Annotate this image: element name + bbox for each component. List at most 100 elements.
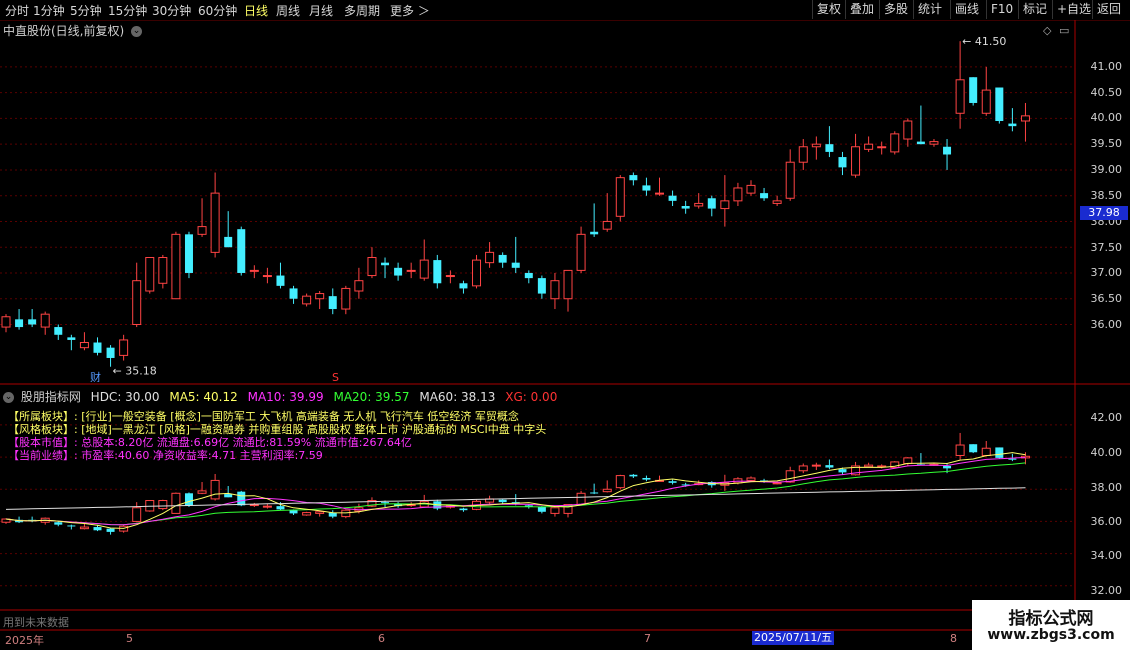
date-label: 7 <box>644 632 651 645</box>
ind-candle-up <box>772 482 782 485</box>
ind-candle-down <box>668 481 677 483</box>
ind-candle-up <box>262 505 272 508</box>
ind-y-label: 42.00 <box>1090 411 1123 424</box>
watermark: 指标公式网 www.zbgs3.com <box>972 600 1130 650</box>
period-intraday[interactable]: 分时 <box>5 2 29 19</box>
chevron-down-icon[interactable]: ⌄ <box>3 392 14 403</box>
draw-line-button[interactable]: 画线 <box>950 0 983 19</box>
mark-button[interactable]: 标记 <box>1018 0 1051 19</box>
selected-date: 2025/07/11/五 <box>752 631 835 645</box>
period-15min[interactable]: 15分钟 <box>108 2 147 19</box>
ind-candle-up <box>602 488 612 493</box>
ind-candle-up <box>955 444 965 456</box>
ma60-value: MA60: 38.13 <box>419 390 496 404</box>
ind-candle-up <box>811 464 821 467</box>
add-watchlist-button[interactable]: +自选 <box>1052 0 1095 19</box>
ind-candle-up <box>79 526 89 530</box>
ind-y-label: 36.00 <box>1090 515 1123 528</box>
ind-candle-down <box>590 492 599 494</box>
watermark-url: www.zbgs3.com <box>987 627 1115 643</box>
capital-info: 【股本市值】: 总股本:8.20亿 流通盘:6.69亿 流通比:81.59% 流… <box>8 436 412 449</box>
ind-y-label: 40.00 <box>1090 446 1123 459</box>
ind-candle-down <box>629 474 638 477</box>
ind-candle-down <box>459 508 468 511</box>
ind-candle-up <box>132 507 142 522</box>
ind-y-label: 38.00 <box>1090 481 1123 494</box>
ind-candle-up <box>864 464 874 468</box>
y-label: 40.00 <box>1090 111 1123 124</box>
period-toolbar: 分时 1分钟 5分钟 15分钟 30分钟 60分钟 日线 周线 月线 多周期 更… <box>0 0 1130 21</box>
back-button[interactable]: 返回 <box>1092 0 1125 19</box>
ind-candle-down <box>289 510 298 514</box>
ind-candle-down <box>498 499 507 503</box>
period-60min[interactable]: 60分钟 <box>198 2 237 19</box>
date-label: 5 <box>126 632 133 645</box>
ind-candle-up <box>903 457 913 465</box>
y-label: 38.50 <box>1090 189 1123 202</box>
ind-candle-down <box>995 447 1004 458</box>
y-label: 39.00 <box>1090 163 1123 176</box>
y-label: 40.50 <box>1090 86 1123 99</box>
period-daily[interactable]: 日线 <box>244 2 268 19</box>
ind-candle-down <box>642 478 651 480</box>
indicator-header: ⌄ 股朋指标网 HDC: 30.00 MA5: 40.12 MA10: 39.9… <box>3 388 557 405</box>
ind-candle-down <box>184 493 193 506</box>
ind-candle-down <box>67 525 76 527</box>
date-label: 6 <box>378 632 385 645</box>
ind-candle-up <box>746 477 756 481</box>
current-price-badge: 37.98 <box>1080 206 1128 220</box>
overlay-button[interactable]: 叠加 <box>845 0 878 19</box>
date-label: 2025年 <box>5 634 44 647</box>
ind-candle-up <box>576 492 586 506</box>
multi-stock-button[interactable]: 多股 <box>879 0 912 19</box>
y-label: 41.00 <box>1090 60 1123 73</box>
ind-candle-down <box>54 522 63 525</box>
period-5min[interactable]: 5分钟 <box>70 2 102 19</box>
ind-candle-down <box>838 469 847 473</box>
ind-candle-down <box>825 465 834 468</box>
period-weekly[interactable]: 周线 <box>276 2 300 19</box>
ind-candle-up <box>550 507 560 514</box>
y-label: 36.00 <box>1090 318 1123 331</box>
ma20-value: MA20: 39.57 <box>333 390 410 404</box>
ind-candle-down <box>224 494 233 498</box>
ind-candle-down <box>969 444 978 453</box>
ind-candle-down <box>537 506 546 512</box>
period-multi[interactable]: 多周期 <box>344 2 380 19</box>
y-label: 36.50 <box>1090 292 1123 305</box>
period-more[interactable]: 更多 ＞ <box>390 2 430 19</box>
ind-candle-up <box>210 479 220 500</box>
ind-candle-down <box>237 491 246 506</box>
period-30min[interactable]: 30分钟 <box>152 2 191 19</box>
stats-button[interactable]: 统计 <box>913 0 946 19</box>
y-label: 37.50 <box>1090 241 1123 254</box>
ma5-value: MA5: 40.12 <box>169 390 238 404</box>
ind-candle-down <box>1008 458 1017 460</box>
ind-candle-up <box>315 511 325 514</box>
ind-candle-up <box>158 500 168 510</box>
ind-candle-up <box>171 492 181 514</box>
ind-candle-up <box>798 465 808 472</box>
ind-candle-up <box>197 490 207 494</box>
watermark-title: 指标公式网 <box>1008 609 1094 629</box>
ind-candle-down <box>381 502 390 504</box>
ind-candle-down <box>276 506 285 510</box>
ind-candle-down <box>106 528 115 532</box>
y-label: 37.00 <box>1090 266 1123 279</box>
fuquan-button[interactable]: 复权 <box>812 0 845 19</box>
ind-candle-up <box>249 504 259 507</box>
style-info: 【风格板块】: [地域]一黑龙江 [风格]一融资融券 并购重组股 高股股权 整体… <box>8 423 547 436</box>
ind-y-label: 34.00 <box>1090 549 1123 562</box>
period-1min[interactable]: 1分钟 <box>33 2 65 19</box>
ma10-value: MA10: 39.99 <box>247 390 324 404</box>
ind-candle-up <box>615 475 625 489</box>
indicator-name[interactable]: 股朋指标网 <box>21 390 81 404</box>
ind-candle-down <box>93 527 102 531</box>
ind-candle-down <box>943 465 952 469</box>
ind-candle-up <box>302 512 312 516</box>
f10-button[interactable]: F10 <box>986 0 1017 19</box>
period-monthly[interactable]: 月线 <box>309 2 333 19</box>
y-label: 39.50 <box>1090 137 1123 150</box>
ma60-line <box>5 487 1026 510</box>
date-label: 8 <box>950 632 957 645</box>
